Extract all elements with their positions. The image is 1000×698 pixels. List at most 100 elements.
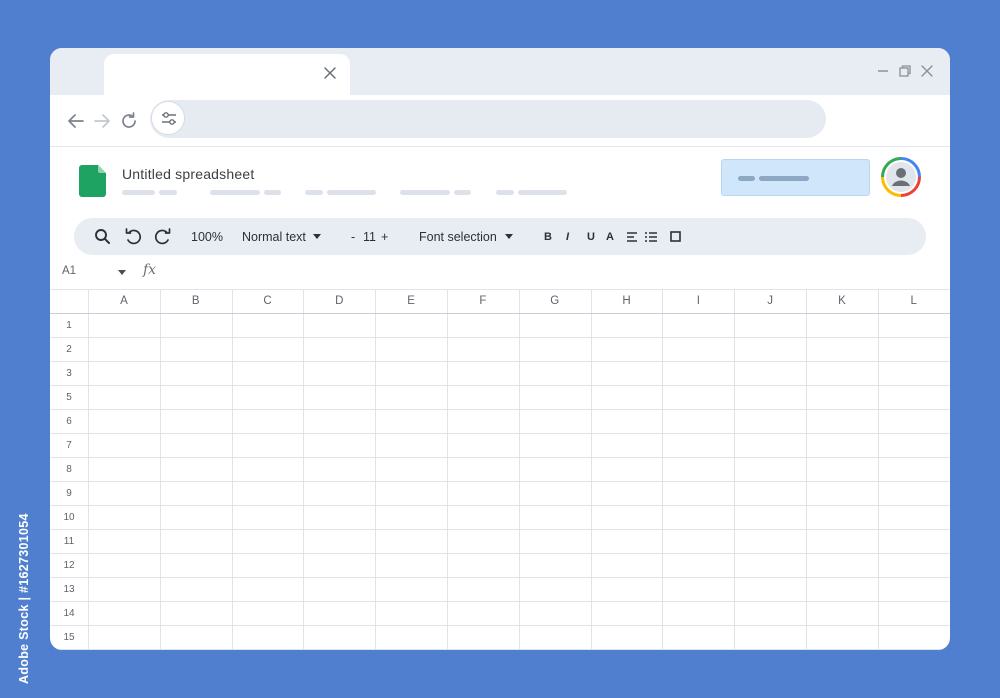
menu-item-placeholder[interactable]: [264, 190, 281, 195]
row-header[interactable]: 13: [50, 577, 88, 601]
grid-line: [50, 409, 950, 410]
undo-button[interactable]: [124, 218, 143, 255]
account-avatar-icon[interactable]: [880, 156, 922, 198]
forward-arrow-icon[interactable]: [92, 111, 112, 131]
menu-item-placeholder[interactable]: [159, 190, 177, 195]
share-label-placeholder: [759, 176, 809, 181]
document-title[interactable]: Untitled spreadsheet: [122, 166, 254, 182]
column-header-a[interactable]: A: [88, 289, 160, 313]
grid-line: [50, 505, 950, 506]
minimize-icon[interactable]: [876, 64, 890, 78]
menu-item-placeholder[interactable]: [305, 190, 323, 195]
column-header-b[interactable]: B: [160, 289, 232, 313]
menu-item-placeholder[interactable]: [210, 190, 260, 195]
grid-line: [50, 457, 950, 458]
menu-item-placeholder[interactable]: [122, 190, 155, 195]
text-style-select[interactable]: Normal text: [242, 218, 321, 255]
column-header-l[interactable]: L: [878, 289, 950, 313]
active-tab[interactable]: [104, 54, 350, 95]
text-color-button[interactable]: A: [606, 218, 614, 255]
menu-item-placeholder[interactable]: [400, 190, 450, 195]
grid-line: [50, 289, 950, 290]
grid-line: [877, 289, 879, 650]
align-left-icon: [627, 231, 637, 242]
grid-line: [590, 289, 592, 650]
row-header[interactable]: 12: [50, 553, 88, 577]
spreadsheet-grid[interactable]: A B C D E F G H I J K L 1 2 3 5 6 7 8 9 10 11 12 13 14 15: [50, 289, 950, 650]
grid-line: [50, 577, 950, 578]
row-header[interactable]: 11: [50, 529, 88, 553]
bold-button[interactable]: B: [544, 218, 552, 255]
menu-item-placeholder[interactable]: [327, 190, 376, 195]
grid-line: [231, 289, 233, 650]
column-header-g[interactable]: G: [519, 289, 591, 313]
grid-line: [518, 289, 520, 650]
menu-item-placeholder[interactable]: [454, 190, 471, 195]
row-header[interactable]: 6: [50, 409, 88, 433]
row-header[interactable]: 1: [50, 313, 88, 337]
text-style-label: Normal text: [242, 229, 306, 244]
grid-line: [50, 601, 950, 602]
borders-button[interactable]: [670, 218, 681, 255]
row-header[interactable]: 15: [50, 625, 88, 649]
back-arrow-icon[interactable]: [66, 111, 86, 131]
align-button[interactable]: [627, 218, 638, 255]
close-window-icon[interactable]: [920, 64, 934, 78]
column-header-j[interactable]: J: [734, 289, 806, 313]
grid-line: [159, 289, 161, 650]
row-header[interactable]: 7: [50, 433, 88, 457]
grid-line: [734, 289, 736, 650]
grid-line: [50, 433, 950, 434]
reload-icon[interactable]: [119, 111, 139, 131]
address-bar[interactable]: [150, 100, 826, 138]
column-header-f[interactable]: F: [447, 289, 519, 313]
font-size-input[interactable]: 11: [363, 218, 376, 255]
name-box[interactable]: A1: [62, 265, 76, 277]
share-button[interactable]: [721, 159, 870, 196]
row-header[interactable]: 10: [50, 505, 88, 529]
navigation-bar: [50, 95, 950, 147]
redo-button[interactable]: [153, 218, 172, 255]
font-size-decrease-button[interactable]: -: [351, 218, 355, 255]
zoom-select[interactable]: 100%: [191, 218, 223, 255]
window-controls: [876, 64, 934, 78]
row-header[interactable]: 14: [50, 601, 88, 625]
list-button[interactable]: [645, 218, 657, 255]
row-header[interactable]: 8: [50, 457, 88, 481]
bulleted-list-icon: [645, 231, 657, 242]
share-label-placeholder: [738, 176, 755, 181]
column-header-k[interactable]: K: [806, 289, 878, 313]
fx-icon: fx: [143, 262, 157, 278]
close-tab-icon[interactable]: [322, 65, 338, 81]
row-header[interactable]: 3: [50, 361, 88, 385]
font-size-increase-button[interactable]: +: [381, 218, 388, 255]
column-header-d[interactable]: D: [303, 289, 375, 313]
grid-line: [50, 649, 950, 650]
grid-line: [806, 289, 807, 650]
grid-line: [50, 481, 950, 482]
column-header-i[interactable]: I: [662, 289, 734, 313]
restore-icon[interactable]: [898, 64, 912, 78]
column-header-e[interactable]: E: [375, 289, 447, 313]
row-header[interactable]: 9: [50, 481, 88, 505]
underline-button[interactable]: U: [587, 218, 595, 255]
undo-icon: [125, 228, 142, 245]
caret-down-icon: [312, 233, 321, 239]
grid-line: [50, 553, 950, 554]
font-label: Font selection: [419, 229, 497, 244]
caret-down-icon[interactable]: [118, 270, 126, 276]
font-select[interactable]: Font selection: [419, 218, 513, 255]
row-header[interactable]: 2: [50, 337, 88, 361]
search-menu-button[interactable]: [94, 218, 111, 255]
column-header-c[interactable]: C: [232, 289, 304, 313]
sheets-logo-icon[interactable]: [79, 165, 106, 197]
menu-item-placeholder[interactable]: [518, 190, 567, 195]
italic-button[interactable]: I: [566, 218, 569, 255]
watermark-text: Adobe Stock | #1627301054: [17, 513, 31, 684]
grid-line: [303, 289, 305, 650]
column-header-h[interactable]: H: [591, 289, 663, 313]
menu-item-placeholder[interactable]: [496, 190, 514, 195]
row-header[interactable]: 5: [50, 385, 88, 409]
redo-icon: [154, 228, 171, 245]
site-settings-button[interactable]: [151, 101, 185, 135]
